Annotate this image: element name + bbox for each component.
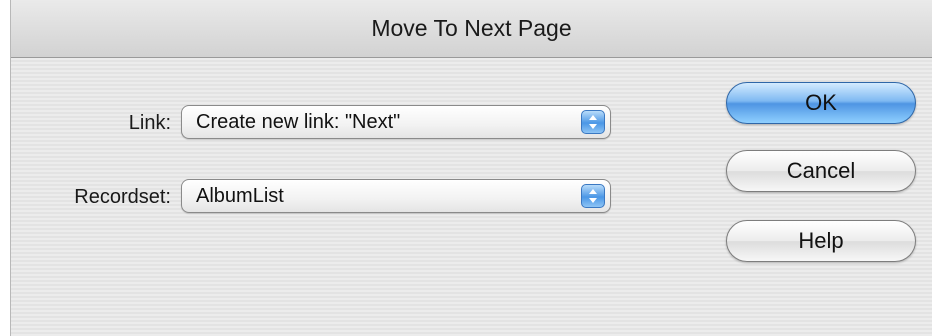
cancel-button[interactable]: Cancel: [726, 150, 916, 192]
title-bar[interactable]: Move To Next Page: [11, 0, 932, 58]
dialog-window: Move To Next Page Link: Create new link:…: [10, 0, 932, 336]
recordset-label: Recordset:: [74, 186, 171, 208]
popup-arrows-icon: [581, 110, 605, 134]
popup-arrows-icon: [581, 184, 605, 208]
link-popup-value: Create new link: "Next": [196, 111, 401, 133]
link-label: Link:: [128, 112, 171, 134]
recordset-popup[interactable]: AlbumList: [181, 179, 611, 213]
link-popup[interactable]: Create new link: "Next": [181, 105, 611, 139]
ok-button[interactable]: OK: [726, 82, 916, 124]
recordset-popup-value: AlbumList: [196, 185, 284, 207]
dialog-title: Move To Next Page: [371, 15, 572, 41]
help-button[interactable]: Help: [726, 220, 916, 262]
